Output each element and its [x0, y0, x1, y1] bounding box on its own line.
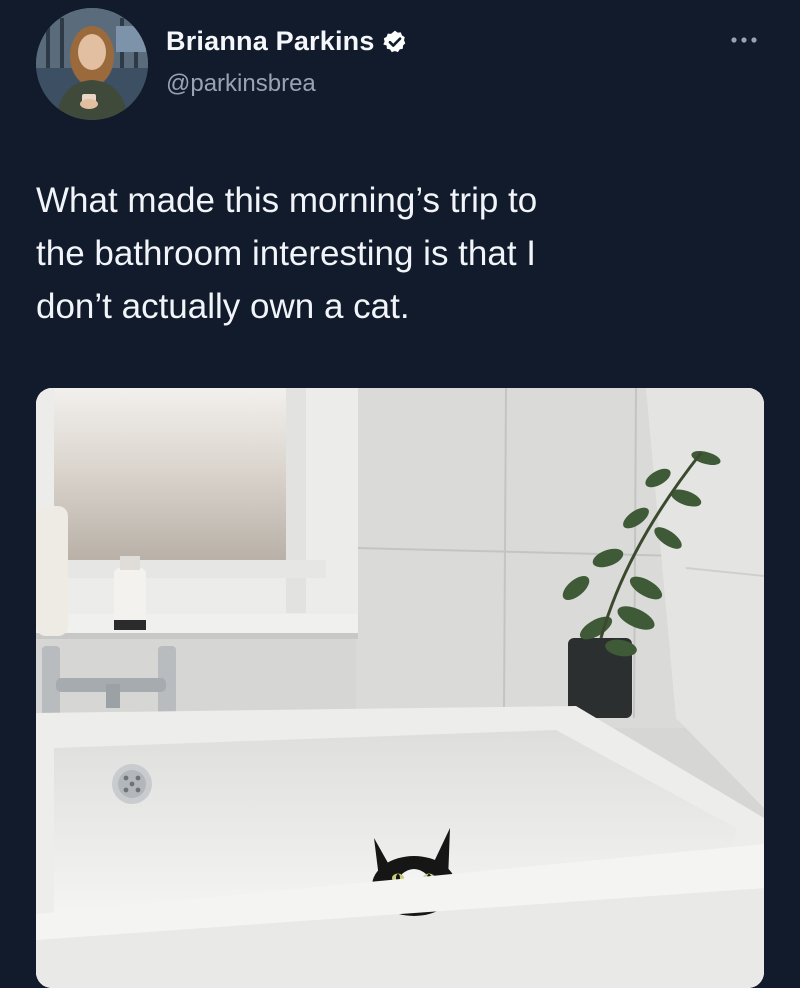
verified-badge-icon [382, 29, 408, 55]
author-handle[interactable]: @parkinsbrea [166, 70, 316, 98]
profile-photo [36, 8, 148, 120]
bathroom-cat-photo [36, 388, 764, 988]
author-avatar[interactable] [36, 8, 148, 120]
author-display-name[interactable]: Brianna Parkins [166, 26, 375, 57]
tweet-photo[interactable] [36, 388, 764, 988]
author-name-row[interactable]: Brianna Parkins [166, 26, 408, 57]
more-options-icon[interactable] [726, 30, 762, 50]
tweet-text: What made this morning’s trip to the bat… [36, 181, 538, 326]
